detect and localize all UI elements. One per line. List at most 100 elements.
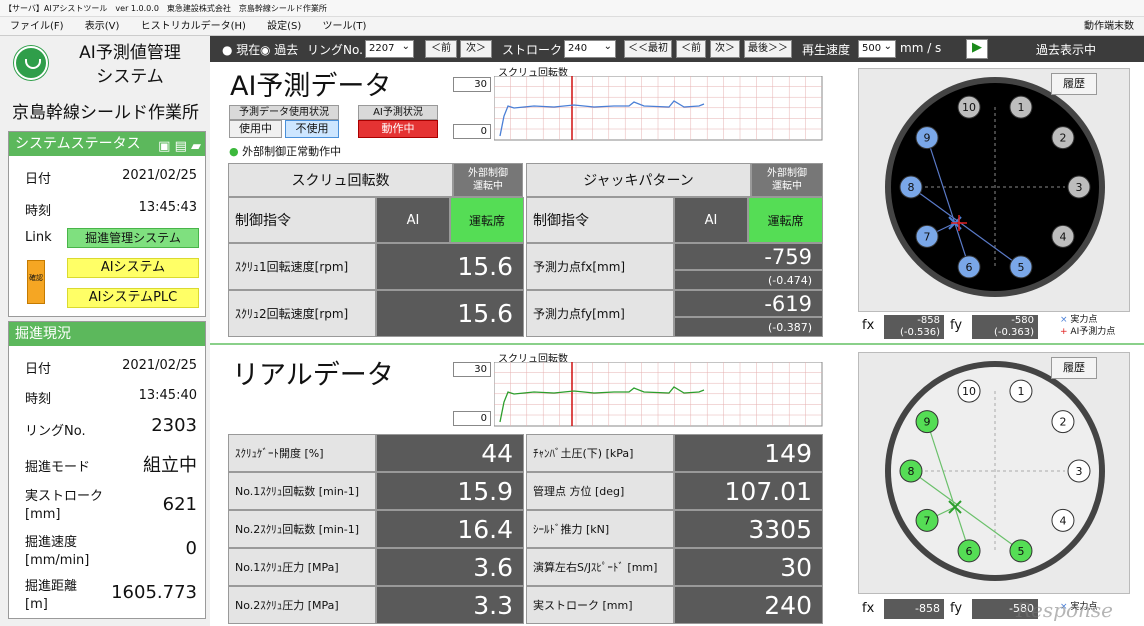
bottom-jack-8: 8	[899, 459, 923, 483]
company-logo-icon	[14, 46, 48, 80]
section-divider	[210, 343, 1144, 345]
svg-text:6: 6	[966, 545, 973, 558]
svg-text:1: 1	[1017, 101, 1024, 114]
real-left-label-4: No.2ｽｸﾘｭ圧力 [MPa]	[228, 586, 376, 624]
progress-ring: 2303	[151, 415, 197, 436]
ring-next-button[interactable]: 次＞	[460, 40, 492, 58]
ai-chart-min-input[interactable]: 0	[453, 124, 491, 139]
system-status-header: システムステータス ▣ ▤ ▰	[9, 132, 205, 156]
progress-date: 2021/02/25	[122, 358, 197, 373]
ai-screw-chart	[494, 76, 823, 141]
history-button-bottom[interactable]: 履歴	[1051, 357, 1097, 379]
real-left-label-1: No.1ｽｸﾘｭ回転数 [min-1]	[228, 472, 376, 510]
progress-stroke: 621	[162, 494, 197, 515]
predicted-fy-ratio: (-0.387)	[674, 317, 823, 337]
real-left-value-2: 16.4	[376, 510, 524, 548]
jack-map-top: 1 2 3 4 5 6 7 8 9 10 履歴	[858, 68, 1130, 312]
bottom-jack-3: 3	[1067, 459, 1091, 483]
real-right-label-3: 演算左右S/Jｽﾋﾟｰﾄﾞ [mm]	[526, 548, 674, 586]
jack-map-bottom: 1 2 3 4 5 6 7 8 9 10 履歴	[858, 352, 1130, 594]
folder-icon[interactable]: ▰	[191, 139, 201, 154]
link-ai-plc: AIシステムPLC	[67, 288, 199, 308]
progress-time: 13:45:40	[138, 388, 197, 403]
first-button[interactable]: ＜＜最初	[624, 40, 672, 58]
bottom-jack-9: 9	[915, 410, 939, 434]
confirm-box[interactable]: 確認	[27, 260, 45, 304]
real-left-value-1: 15.9	[376, 472, 524, 510]
copy-icon[interactable]: ▣	[158, 139, 170, 154]
menu-view[interactable]: 表示(V)	[85, 21, 120, 32]
speed-select[interactable]: 500	[858, 39, 896, 58]
ai-point-icon: +	[1060, 327, 1068, 337]
svg-text:7: 7	[924, 514, 931, 527]
ai-chart-max-input[interactable]: 30	[453, 77, 491, 92]
top-jack-2: 2	[1051, 126, 1075, 150]
ai-state-badge: 動作中	[358, 120, 438, 138]
stroke-prev-button[interactable]: ＜前	[676, 40, 706, 58]
top-jack-8: 8	[899, 175, 923, 199]
history-button-top[interactable]: 履歴	[1051, 73, 1097, 95]
top-jack-10: 10	[957, 95, 981, 119]
real-right-label-1: 管理点 方位 [deg]	[526, 472, 674, 510]
svg-text:6: 6	[966, 261, 973, 274]
real-right-label-0: ﾁｬﾝﾊﾞ土圧(下) [kPa]	[526, 434, 674, 472]
real-left-value-0: 44	[376, 434, 524, 472]
window-title: 【サーバ】AIアシストツール ver 1.0.0.0 東急建設株式会社 京島幹線…	[0, 0, 1144, 17]
jack-ai-button[interactable]: AI	[674, 197, 748, 243]
real-right-value-0: 149	[674, 434, 823, 472]
jack-header: ジャッキパターン	[526, 163, 751, 197]
predicted-fx-ratio: (-0.474)	[674, 270, 823, 290]
menu-file[interactable]: ファイル(F)	[10, 21, 64, 32]
svg-text:3: 3	[1076, 465, 1083, 478]
bottom-jack-6: 6	[957, 539, 981, 563]
real-chart-min-input[interactable]: 0	[453, 411, 491, 426]
stroke-next-button[interactable]: 次＞	[710, 40, 740, 58]
play-icon[interactable]: ▶	[966, 39, 988, 59]
real-right-value-1: 107.01	[674, 472, 823, 510]
usage-off-button[interactable]: 不使用	[285, 120, 339, 138]
bottom-jack-2: 2	[1051, 410, 1075, 434]
jack-pattern-diagram-real: 1 2 3 4 5 6 7 8 9 10	[885, 361, 1105, 581]
real-right-label-4: 実ストローク [mm]	[526, 586, 674, 624]
radio-now[interactable]: ● 現在	[222, 41, 260, 58]
real-left-label-0: ｽｸﾘｭｹﾞｰﾄ開度 [%]	[228, 434, 376, 472]
print-icon[interactable]: ▤	[175, 139, 187, 154]
ring-select[interactable]: 2207	[365, 39, 414, 58]
ring-prev-button[interactable]: ＜前	[425, 40, 457, 58]
top-jack-3: 3	[1067, 175, 1091, 199]
svg-text:1: 1	[1017, 385, 1024, 398]
last-button[interactable]: 最後＞＞	[744, 40, 792, 58]
screw-ai-button[interactable]: AI	[376, 197, 450, 243]
menu-tools[interactable]: ツール(T)	[322, 21, 366, 32]
link-ai-system: AIシステム	[67, 258, 199, 278]
menu-historical[interactable]: ヒストリカルデータ(H)	[141, 21, 246, 32]
usage-on-button[interactable]: 使用中	[229, 120, 282, 138]
real-chart-max-input[interactable]: 30	[453, 362, 491, 377]
svg-text:4: 4	[1059, 230, 1066, 243]
watermark: Response	[1016, 598, 1113, 622]
progress-mode: 組立中	[143, 455, 197, 476]
svg-text:7: 7	[924, 230, 931, 243]
map-bottom-fx: -858	[884, 599, 944, 619]
system-status-panel: システムステータス ▣ ▤ ▰ 日付 2021/02/25 時刻 13:45:43 …	[8, 131, 206, 317]
svg-text:9: 9	[924, 416, 931, 429]
status-dot-icon: ●	[229, 145, 239, 158]
progress-distance: 1605.773	[111, 582, 197, 603]
real-right-label-2: ｼｰﾙﾄﾞ推力 [kN]	[526, 510, 674, 548]
svg-text:4: 4	[1059, 514, 1066, 527]
menu-settings[interactable]: 設定(S)	[267, 21, 301, 32]
top-jack-1: 1	[1009, 95, 1033, 119]
svg-text:3: 3	[1076, 181, 1083, 194]
real-section-title: リアルデータ	[232, 360, 394, 391]
radio-past[interactable]: ◉ 過去	[260, 41, 298, 58]
jack-seat-button[interactable]: 運転席	[748, 197, 823, 243]
real-left-value-4: 3.3	[376, 586, 524, 624]
stroke-select[interactable]: 240	[564, 39, 616, 58]
real-left-label-3: No.1ｽｸﾘｭ圧力 [MPa]	[228, 548, 376, 586]
real-left-value-3: 3.6	[376, 548, 524, 586]
real-right-value-3: 30	[674, 548, 823, 586]
top-jack-5: 5	[1009, 255, 1033, 279]
site-name: 京島幹線シールド作業所	[12, 103, 199, 123]
screw-seat-button[interactable]: 運転席	[450, 197, 524, 243]
status-time: 13:45:43	[138, 200, 197, 215]
